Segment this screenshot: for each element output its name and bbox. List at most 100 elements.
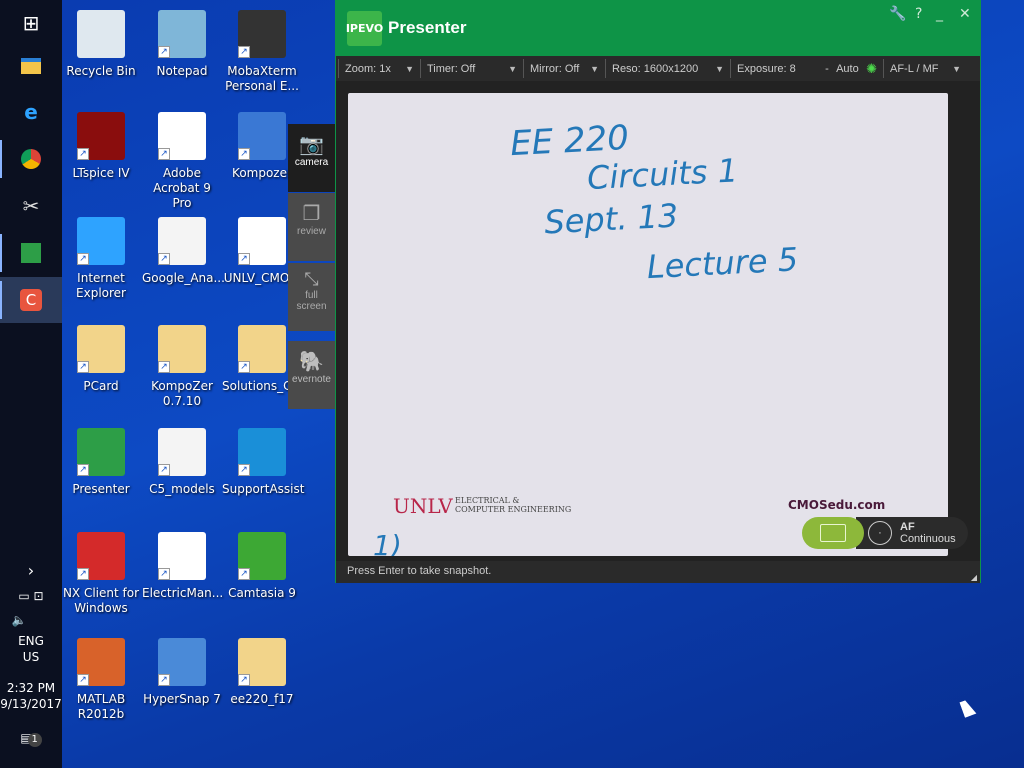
- notification-count: 1: [27, 733, 42, 747]
- volume-icon[interactable]: 🔈: [0, 612, 50, 628]
- presenter-icon: [21, 243, 41, 263]
- taskbar: ⊞ e ✂ C › ▭ ⊡ 🔈 ENG US 2:32 PM 9/13/2017 ▤…: [0, 0, 62, 768]
- resolution-select[interactable]: Reso: 1600x1200 ▼: [605, 59, 730, 78]
- folder-icon: ↗: [158, 325, 206, 373]
- exposure-minus[interactable]: -: [825, 63, 829, 75]
- shortcut-arrow-icon: ↗: [238, 253, 250, 265]
- paper-document: EE 220 Circuits 1 Sept. 13 Lecture 5 1) …: [348, 93, 948, 556]
- desktop-icon-label: C5_models: [149, 482, 215, 496]
- power-network-icons[interactable]: ▭ ⊡: [0, 588, 62, 604]
- start-button[interactable]: ⊞: [0, 0, 62, 46]
- mobaxterm-icon: ↗: [238, 10, 286, 58]
- desktop-icon[interactable]: ↗ HyperSnap 7: [142, 638, 222, 707]
- chevron-down-icon: ▼: [952, 63, 961, 74]
- taskbar-ie[interactable]: e: [0, 89, 62, 135]
- focus-value: AF-L / MF: [890, 62, 939, 75]
- date: 9/13/2017: [0, 697, 62, 711]
- tab-evernote[interactable]: 🐘 evernote: [288, 341, 335, 409]
- review-icon: ❐: [302, 203, 321, 225]
- action-center-button[interactable]: ▤1: [0, 730, 62, 747]
- desktop-icon[interactable]: ↗ Internet Explorer: [61, 217, 141, 301]
- desktop-icon[interactable]: ↗ ElectricMan...: [142, 532, 223, 601]
- ie-icon: e: [24, 100, 38, 124]
- zoom-select[interactable]: Zoom: 1x ▼: [338, 59, 420, 78]
- shortcut-arrow-icon: ↗: [158, 46, 170, 58]
- taskbar-snipping[interactable]: ✂: [0, 183, 62, 229]
- shortcut-arrow-icon: ↗: [238, 568, 250, 580]
- zoom-value: Zoom: 1x: [345, 62, 391, 75]
- mouse-cursor: [959, 698, 977, 718]
- tab-label: full screen: [296, 290, 327, 312]
- taskbar-file-explorer[interactable]: [0, 43, 62, 89]
- desktop-icon[interactable]: ↗ Presenter: [61, 428, 141, 497]
- taskbar-presenter[interactable]: [0, 230, 62, 276]
- presenter-window: IPEVO Presenter 🔧 ? _ ✕ Zoom: 1x ▼ Timer:…: [335, 0, 981, 583]
- desktop-icon[interactable]: ↗ SupportAssist: [222, 428, 304, 497]
- language-indicator[interactable]: ENG US: [0, 633, 62, 665]
- app-title: Presenter: [388, 18, 467, 37]
- folder-icon: [21, 58, 41, 74]
- hw-line: Lecture 5: [646, 240, 799, 286]
- timer-select[interactable]: Timer: Off ▼: [420, 59, 523, 78]
- desktop-icon[interactable]: ↗ Notepad: [142, 10, 222, 79]
- camera-view: EE 220 Circuits 1 Sept. 13 Lecture 5 1) …: [336, 81, 980, 561]
- show-hidden-icons[interactable]: ›: [0, 563, 62, 579]
- resolution-value: Reso: 1600x1200: [612, 62, 699, 75]
- document-icon: ↗: [158, 217, 206, 265]
- clock[interactable]: 2:32 PM 9/13/2017: [0, 680, 62, 712]
- focus-select[interactable]: AF-L / MF ▼: [883, 59, 967, 78]
- shortcut-arrow-icon: ↗: [158, 361, 170, 373]
- desktop-icon[interactable]: ↗ C5_models: [142, 428, 222, 497]
- mirror-select[interactable]: Mirror: Off ▼: [523, 59, 605, 78]
- af-mode-button[interactable]: · AF Continuous: [856, 517, 968, 549]
- ie-icon: ↗: [77, 217, 125, 265]
- help-button[interactable]: ?: [915, 6, 922, 22]
- desktop-icon[interactable]: ↗ KompoZer 0.7.10: [142, 325, 222, 409]
- shortcut-arrow-icon: ↗: [158, 674, 170, 686]
- tab-label: evernote: [292, 374, 331, 385]
- tab-full-screen[interactable]: ⤡ full screen: [288, 263, 335, 331]
- chevron-down-icon: ▼: [590, 63, 599, 74]
- desktop-icon[interactable]: ↗ ee220_f17: [222, 638, 302, 707]
- hypersnap-icon: ↗: [158, 638, 206, 686]
- desktop-icon[interactable]: ↗ LTspice IV: [61, 112, 141, 181]
- desktop-icon[interactable]: ↗ MobaXterm Personal E...: [222, 10, 302, 94]
- acrobat-icon: ↗: [158, 112, 206, 160]
- desktop-icon[interactable]: ↗ Camtasia 9: [222, 532, 302, 601]
- desktop-icon[interactable]: ↗ Google_Ana...: [142, 217, 225, 286]
- exposure-auto[interactable]: Auto: [836, 63, 859, 75]
- desktop-icon-label: PCard: [83, 379, 119, 393]
- af-title: AF: [900, 521, 915, 533]
- hw-line: Circuits 1: [586, 151, 739, 197]
- shortcut-arrow-icon: ↗: [238, 674, 250, 686]
- exposure-control[interactable]: Exposure: 8 - Auto ✺: [730, 59, 883, 78]
- shortcut-arrow-icon: ↗: [77, 568, 89, 580]
- camtasia-icon: C: [20, 289, 42, 311]
- brightness-icon[interactable]: ✺: [866, 61, 877, 77]
- taskbar-chrome[interactable]: [0, 136, 62, 182]
- desktop-icon[interactable]: ↗ MATLAB R2012b: [61, 638, 141, 722]
- desktop-icon[interactable]: Recycle Bin: [61, 10, 141, 79]
- document-icon: ↗: [158, 428, 206, 476]
- desktop-icon[interactable]: ↗ Adobe Acrobat 9 Pro: [142, 112, 222, 211]
- resize-grip-icon[interactable]: ◢: [971, 573, 977, 582]
- notepad-icon: ↗: [158, 10, 206, 58]
- tab-review[interactable]: ❐ review: [288, 193, 335, 261]
- shortcut-arrow-icon: ↗: [158, 568, 170, 580]
- desktop-icon-label: MobaXterm Personal E...: [225, 64, 299, 93]
- desktop-icon[interactable]: ↗ NX Client for Windows: [61, 532, 141, 616]
- desktop-icon-label: LTspice IV: [72, 166, 130, 180]
- satellite-icon: ✂: [22, 194, 40, 218]
- snapshot-button[interactable]: [802, 517, 864, 549]
- af-mode: Continuous: [900, 533, 956, 545]
- desktop-icon[interactable]: ↗ PCard: [61, 325, 141, 394]
- taskbar-camtasia[interactable]: C: [0, 277, 62, 323]
- close-button[interactable]: ✕: [959, 6, 971, 22]
- tab-camera[interactable]: 📷 camera: [288, 124, 335, 192]
- minimize-button[interactable]: _: [936, 6, 943, 22]
- unlv-logo: UNLV: [393, 494, 453, 518]
- windows-icon: ⊞: [22, 11, 40, 35]
- shortcut-arrow-icon: ↗: [77, 464, 89, 476]
- settings-button[interactable]: 🔧: [889, 6, 906, 22]
- image-icon: ↗: [238, 217, 286, 265]
